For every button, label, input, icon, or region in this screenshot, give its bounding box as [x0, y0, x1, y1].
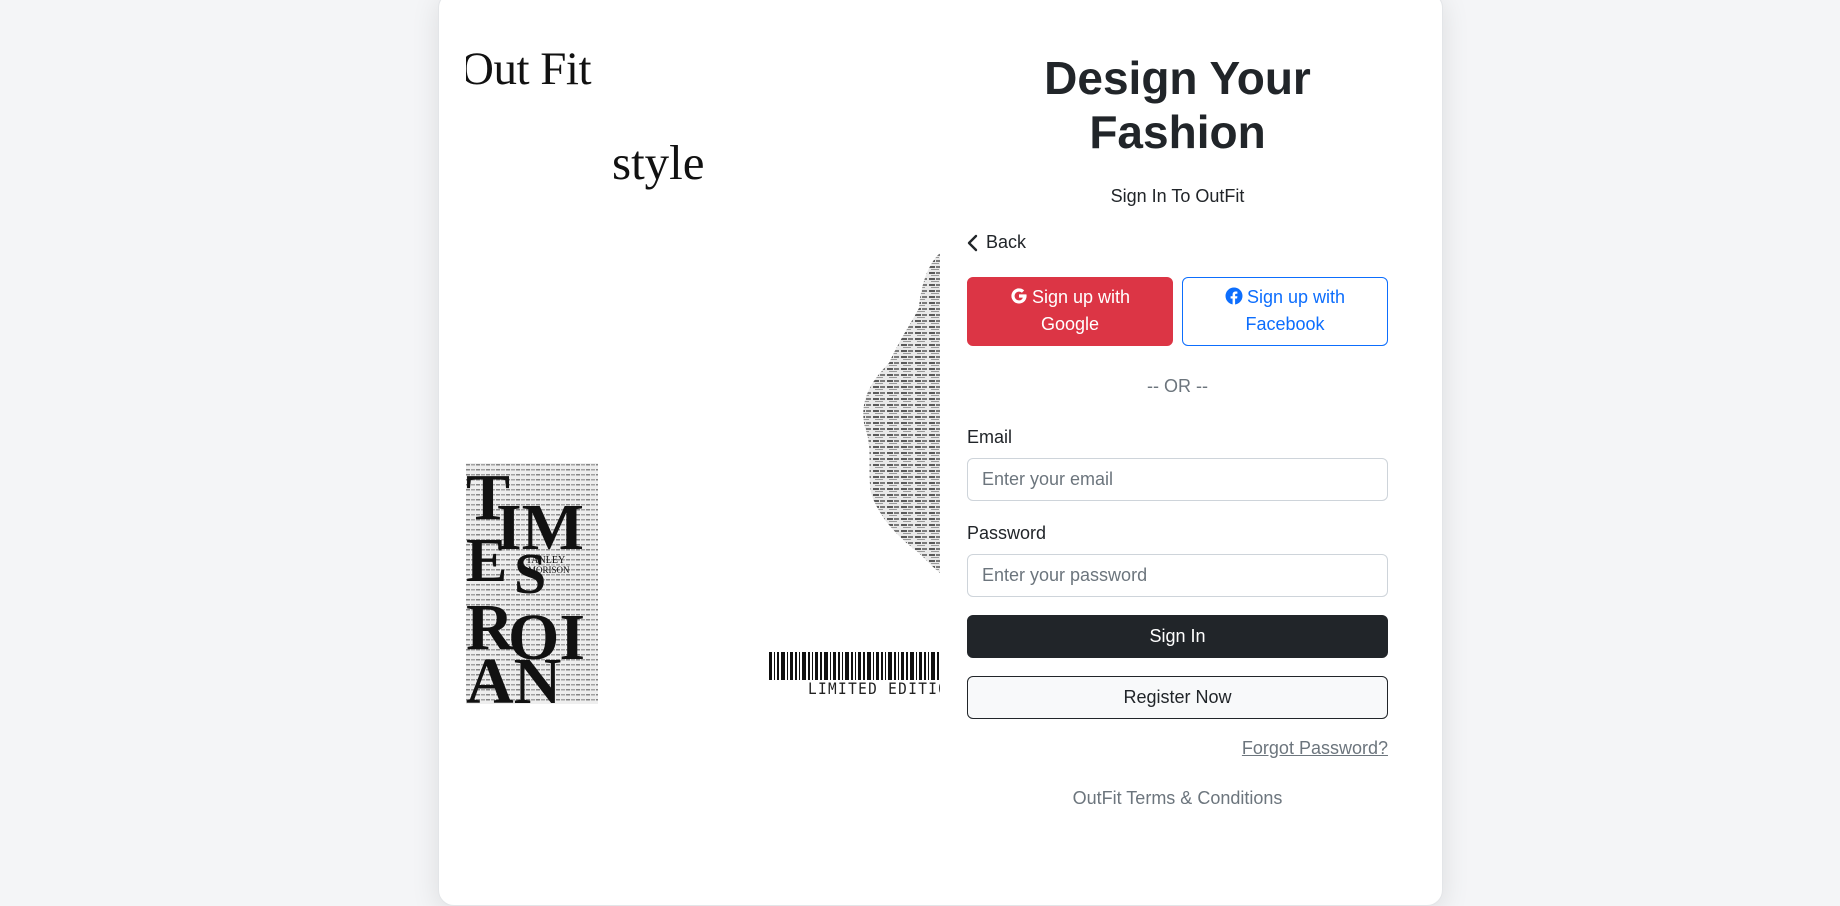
collage-edition-text: LIMITED EDITIO — [808, 679, 940, 698]
collage-outfit-text: Out Fit — [466, 43, 592, 95]
social-signin-row: Sign up with Google Sign up with Faceboo… — [967, 276, 1388, 346]
fashion-collage: Out Fit style LIMITED EDITIO T IM E S R … — [466, 28, 940, 728]
page-title: Design Your Fashion — [1044, 52, 1311, 158]
facebook-signup-label: Sign up with Facebook — [1245, 287, 1346, 334]
collage-style-text: style — [612, 135, 705, 190]
forgot-password-link[interactable]: Forgot Password? — [1242, 738, 1388, 758]
signin-form: Design Your Fashion Sign In To OutFit Ba… — [967, 51, 1388, 809]
register-button[interactable]: Register Now — [967, 675, 1388, 719]
facebook-signup-button[interactable]: Sign up with Facebook — [1182, 276, 1388, 346]
back-link[interactable]: Back — [967, 232, 1026, 253]
page-subtitle: Sign In To OutFit — [1110, 186, 1245, 206]
or-separator: -- OR -- — [1147, 375, 1208, 396]
barcode-graphic — [769, 652, 939, 680]
newspaper-silhouette-image — [863, 253, 940, 573]
times-roman-typography-image: T IM E S R OI AN TANLEY MORISON — [466, 463, 598, 704]
terms-link[interactable]: OutFit Terms & Conditions — [967, 788, 1388, 809]
forgot-password-row: Forgot Password? — [967, 738, 1388, 759]
email-label: Email — [967, 426, 1013, 447]
google-icon — [1011, 288, 1027, 304]
signin-button[interactable]: Sign In — [967, 614, 1388, 658]
svg-text:MORISON: MORISON — [528, 565, 570, 575]
email-input[interactable] — [967, 457, 1388, 501]
password-input[interactable] — [967, 553, 1388, 597]
back-label: Back — [986, 232, 1027, 252]
google-signup-button[interactable]: Sign up with Google — [967, 276, 1173, 346]
google-signup-label: Sign up with Google — [1031, 287, 1131, 334]
login-card: Out Fit style LIMITED EDITIO T IM E S R … — [438, 0, 1443, 906]
svg-text:E: E — [466, 527, 507, 595]
svg-text:AN: AN — [466, 645, 561, 704]
chevron-left-icon — [967, 234, 978, 251]
password-label: Password — [967, 522, 1047, 543]
facebook-icon — [1225, 287, 1243, 305]
